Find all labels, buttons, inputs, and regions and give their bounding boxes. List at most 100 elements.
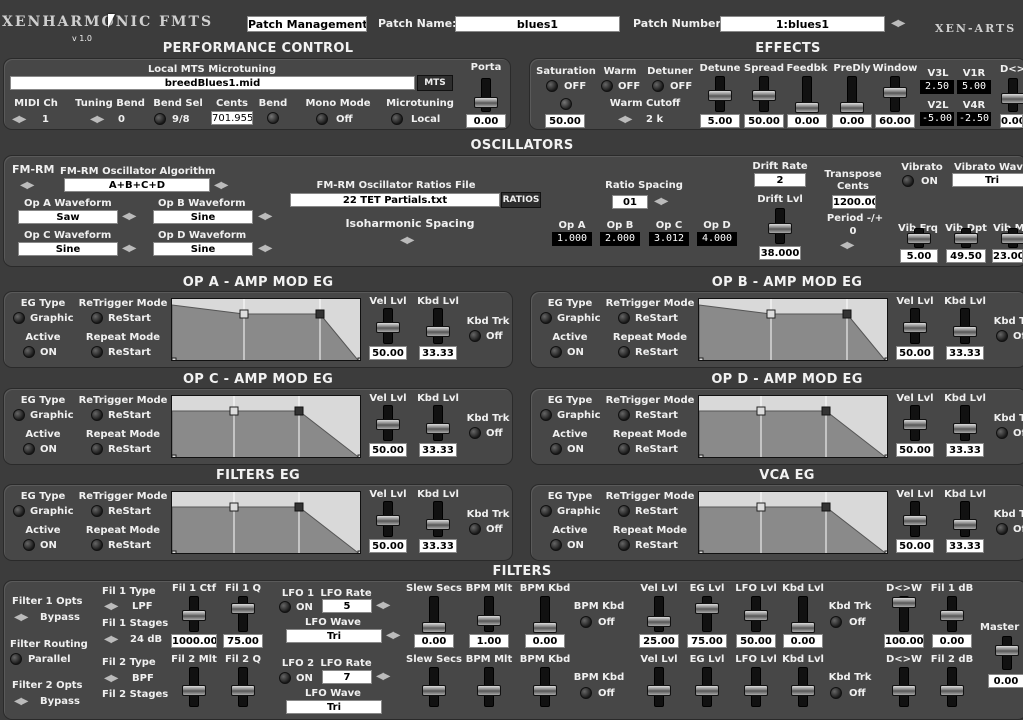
eg-5-repeat-led[interactable] xyxy=(618,539,630,551)
eg-4-kbd-slider[interactable] xyxy=(426,501,450,537)
eg-5-vel-slider[interactable] xyxy=(903,501,927,537)
eg-4-repeat-led[interactable] xyxy=(91,539,103,551)
bpm-mlt-slider-thumb[interactable] xyxy=(477,614,501,626)
eg-2-kbd-slider-thumb[interactable] xyxy=(426,422,450,434)
vib-dpt-slider-thumb[interactable] xyxy=(954,233,978,244)
eg-4-kbdtrk-led[interactable] xyxy=(469,523,481,535)
fx-1-slider-thumb[interactable] xyxy=(752,89,776,101)
fmrm-arrows[interactable]: ◀▶ xyxy=(20,180,34,192)
lfo1-wave-select[interactable]: Tri xyxy=(286,629,382,643)
vib-mod-slider[interactable] xyxy=(1001,228,1023,248)
slew2-slider-thumb[interactable] xyxy=(422,685,446,697)
eg-5-kbd-value[interactable]: 33.33 xyxy=(946,539,984,553)
f2db-slider[interactable] xyxy=(940,667,964,707)
patch-name-input[interactable]: blues1 xyxy=(455,16,620,32)
eg-2-graphic[interactable] xyxy=(171,395,361,458)
detuner-led[interactable] xyxy=(652,80,664,92)
eg-3-kbd-slider-thumb[interactable] xyxy=(953,422,977,434)
eg-4-retrigger-led[interactable] xyxy=(91,505,103,517)
fil1-type-arrows[interactable]: ◀▶ xyxy=(104,601,118,613)
lfo2-rate-arrows[interactable]: ◀▶ xyxy=(376,671,390,683)
op-ratio-2-value[interactable]: 3.012 xyxy=(649,232,689,246)
eg-2-kbd-value[interactable]: 33.33 xyxy=(419,443,457,457)
ratio-spacing-arrows[interactable]: ◀▶ xyxy=(654,196,668,208)
fil1-ctf-slider-thumb[interactable] xyxy=(182,609,206,621)
op-b-wave-select[interactable]: Sine xyxy=(153,210,253,224)
eg-0-graphic[interactable] xyxy=(171,298,361,361)
bpm-mlt-value[interactable]: 1.00 xyxy=(469,634,509,648)
fil2-q-slider[interactable] xyxy=(231,667,255,707)
fx-1-value[interactable]: 50.00 xyxy=(744,114,784,128)
eg-1-vel-slider-thumb[interactable] xyxy=(903,321,927,333)
ratios-button[interactable]: RATIOS xyxy=(501,192,541,208)
eg-3-graphic[interactable] xyxy=(698,395,888,458)
f1db-slider[interactable] xyxy=(940,596,964,632)
eg-1-kbd-slider[interactable] xyxy=(953,308,977,344)
lfo2-wave-select[interactable]: Tri xyxy=(286,700,382,714)
vib-mod-slider-thumb[interactable] xyxy=(1001,233,1023,244)
master-slider-thumb[interactable] xyxy=(995,645,1019,656)
bpm-kbd-led[interactable] xyxy=(580,616,592,628)
eg-3-type-led[interactable] xyxy=(540,409,552,421)
eg-1-repeat-led[interactable] xyxy=(618,346,630,358)
patch-number-input[interactable]: 1:blues1 xyxy=(720,16,885,32)
bpm-mlt2-slider[interactable] xyxy=(477,667,501,707)
eg-0-kbd-slider[interactable] xyxy=(426,308,450,344)
bend-knob[interactable] xyxy=(267,112,279,124)
eg-0-vel-value[interactable]: 50.00 xyxy=(369,346,407,360)
vib-frq-slider-thumb[interactable] xyxy=(907,233,931,244)
eg-0-vel-slider[interactable] xyxy=(376,308,400,344)
feg-slider[interactable] xyxy=(695,596,719,632)
eg-1-vel-slider[interactable] xyxy=(903,308,927,344)
drift-lvl-slider[interactable] xyxy=(768,208,792,244)
mono-mode-led[interactable] xyxy=(316,113,328,125)
eg-5-kbdtrk-led[interactable] xyxy=(996,523,1008,535)
dw-value[interactable]: 0.00 xyxy=(1000,114,1023,128)
op-ratio-0-value[interactable]: 1.000 xyxy=(552,232,592,246)
dw-slider-thumb[interactable] xyxy=(1001,93,1023,104)
fkbd2-slider-thumb[interactable] xyxy=(791,685,815,697)
feg2-slider-thumb[interactable] xyxy=(695,685,719,697)
eg-3-kbdtrk-led[interactable] xyxy=(996,427,1008,439)
flfo2-slider[interactable] xyxy=(744,667,768,707)
saturation-knob[interactable] xyxy=(560,98,572,110)
isoharmonic-arrows[interactable]: ◀▶ xyxy=(400,235,414,247)
eg-2-retrigger-led[interactable] xyxy=(91,409,103,421)
vib-frq-value[interactable]: 5.00 xyxy=(900,249,938,263)
fx-4-slider-thumb[interactable] xyxy=(883,87,907,98)
fil2-mlt-slider[interactable] xyxy=(182,667,206,707)
fdw2-slider-thumb[interactable] xyxy=(892,685,916,697)
fkbd-value[interactable]: 0.00 xyxy=(783,634,823,648)
fvel-slider-thumb[interactable] xyxy=(647,615,671,627)
fil2-mlt-slider-thumb[interactable] xyxy=(182,685,206,697)
fx-3-value[interactable]: 0.00 xyxy=(832,114,872,128)
bpm-kbd2-slider-thumb[interactable] xyxy=(533,685,557,697)
filter-routing-led[interactable] xyxy=(10,653,22,665)
eg-5-kbd-slider[interactable] xyxy=(953,501,977,537)
slew2-slider[interactable] xyxy=(422,667,446,707)
fx-4-slider[interactable] xyxy=(883,76,907,112)
vib-frq-slider[interactable] xyxy=(907,228,931,248)
bpm-mlt-slider[interactable] xyxy=(477,596,501,632)
slew-value[interactable]: 0.00 xyxy=(414,634,454,648)
dw-slider[interactable] xyxy=(1001,78,1023,112)
op-ratio-1-value[interactable]: 2.000 xyxy=(600,232,640,246)
eg-1-kbdtrk-led[interactable] xyxy=(996,330,1008,342)
fx-1-slider[interactable] xyxy=(752,76,776,112)
kbd-trk-led[interactable] xyxy=(830,616,842,628)
eg-0-repeat-led[interactable] xyxy=(91,346,103,358)
flfo-slider[interactable] xyxy=(744,596,768,632)
flfo-slider-thumb[interactable] xyxy=(744,609,768,621)
fkbd-slider-thumb[interactable] xyxy=(791,622,815,633)
fvel2-slider[interactable] xyxy=(647,667,671,707)
fx-0-slider-thumb[interactable] xyxy=(708,89,732,101)
fil1-q-value[interactable]: 75.00 xyxy=(223,634,263,648)
master-slider[interactable] xyxy=(995,636,1019,670)
v2l-value[interactable]: -5.00 xyxy=(920,112,954,126)
lfo2-rate-input[interactable]: 7 xyxy=(322,670,372,684)
bpm-kbd2-slider[interactable] xyxy=(533,667,557,707)
ratio-spacing-input[interactable]: 01 xyxy=(612,195,648,209)
fvel-slider[interactable] xyxy=(647,596,671,632)
f1db-slider-thumb[interactable] xyxy=(940,609,964,621)
flfo-value[interactable]: 50.00 xyxy=(736,634,776,648)
